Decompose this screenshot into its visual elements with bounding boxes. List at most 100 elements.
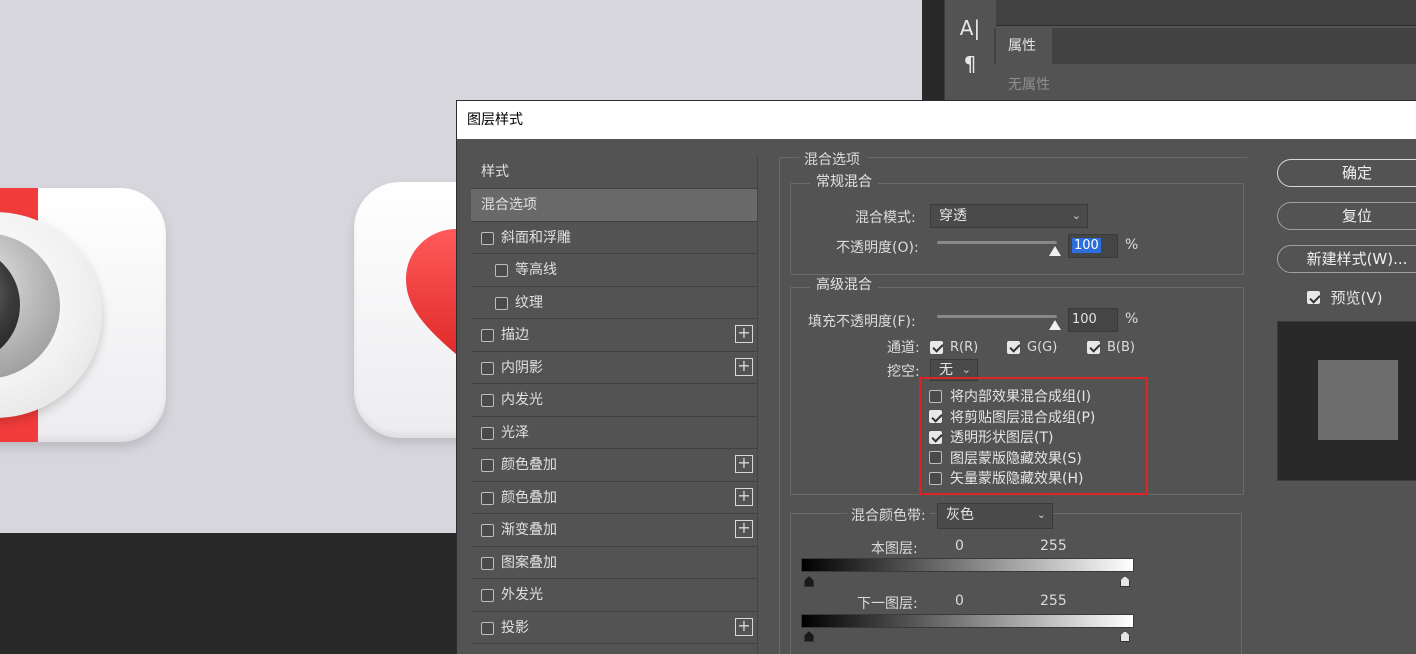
style-list-item[interactable]: 颜色叠加 + bbox=[471, 449, 757, 482]
style-item-checkbox[interactable] bbox=[481, 361, 494, 375]
style-list-item[interactable]: 渐变叠加 + bbox=[471, 514, 757, 547]
blend-mode-label: 混合模式: bbox=[855, 210, 916, 226]
camera-app-icon-artwork bbox=[0, 188, 166, 442]
channel-label: R(R) bbox=[950, 339, 979, 355]
style-item-checkbox[interactable] bbox=[481, 491, 494, 505]
style-list-item[interactable]: 颜色叠加 + bbox=[471, 482, 757, 514]
preview-checkbox[interactable] bbox=[1307, 291, 1320, 304]
add-effect-plus-icon[interactable]: + bbox=[735, 520, 753, 538]
tab-properties[interactable]: 属性 bbox=[996, 28, 1052, 64]
channel-checkbox[interactable] bbox=[1007, 340, 1020, 354]
this-layer-high: 255 bbox=[1040, 538, 1067, 554]
advanced-blending-title: 高级混合 bbox=[810, 277, 878, 293]
underlying-layer-low: 0 bbox=[955, 593, 964, 609]
style-item-checkbox[interactable] bbox=[495, 264, 508, 277]
opacity-value: 100 bbox=[1072, 238, 1101, 253]
preview-label: 预览(V) bbox=[1330, 289, 1383, 307]
style-item-checkbox[interactable] bbox=[481, 621, 494, 635]
style-item-checkbox[interactable] bbox=[481, 426, 494, 440]
new-style-button[interactable]: 新建样式(W)... bbox=[1277, 245, 1416, 273]
opacity-label: 不透明度(O): bbox=[836, 240, 919, 256]
blend-if-select[interactable]: 灰色 ⌄ bbox=[937, 503, 1053, 529]
style-item-checkbox[interactable] bbox=[481, 329, 494, 342]
style-list-item[interactable]: 描边 + bbox=[471, 319, 757, 352]
style-list-item[interactable]: 内发光 bbox=[471, 384, 757, 417]
chevron-down-icon: ⌄ bbox=[1036, 508, 1046, 521]
no-properties-text: 无属性 bbox=[1008, 77, 1050, 93]
blend-if-value: 灰色 bbox=[946, 507, 974, 523]
channel-label: G(G) bbox=[1027, 339, 1058, 355]
reset-button[interactable]: 复位 bbox=[1277, 202, 1416, 230]
fill-opacity-slider[interactable] bbox=[937, 315, 1057, 318]
style-item-checkbox[interactable] bbox=[481, 459, 494, 472]
this-layer-label: 本图层: bbox=[871, 541, 918, 557]
panel-tool-strip: A| ¶ bbox=[944, 0, 994, 100]
properties-tab-row: 属性 bbox=[994, 28, 1416, 64]
dialog-title[interactable]: 图层样式 bbox=[457, 101, 1416, 139]
preview-checkbox-row[interactable]: 预览(V) bbox=[1307, 287, 1382, 308]
add-effect-plus-icon[interactable]: + bbox=[735, 455, 753, 473]
style-item-checkbox[interactable] bbox=[495, 296, 508, 310]
underlying-layer-label: 下一图层: bbox=[857, 596, 918, 612]
style-item-checkbox[interactable] bbox=[481, 394, 494, 407]
style-list-item[interactable]: 斜面和浮雕 bbox=[471, 222, 757, 254]
panel-gap bbox=[922, 0, 944, 100]
add-effect-plus-icon[interactable]: + bbox=[735, 487, 753, 506]
blend-mode-value: 穿透 bbox=[939, 208, 967, 224]
channel-checkbox[interactable] bbox=[930, 340, 943, 354]
add-effect-plus-icon[interactable]: + bbox=[735, 325, 753, 343]
channel-checkbox-row[interactable]: G(G) bbox=[1007, 339, 1057, 355]
style-list-item[interactable]: 光泽 bbox=[471, 417, 757, 449]
layer-style-dialog: 图层样式 样式 混合选项 斜面和浮雕 等高线 纹理 描边 + 内阴影 + 内发光 光泽 颜色叠加 + 颜… bbox=[456, 100, 1416, 654]
character-panel-icon[interactable]: A| bbox=[945, 10, 995, 46]
style-item-checkbox[interactable] bbox=[481, 556, 494, 570]
style-item-label: 混合选项 bbox=[481, 197, 537, 213]
style-item-label: 渐变叠加 bbox=[501, 522, 557, 538]
blend-mode-select[interactable]: 穿透 ⌄ bbox=[930, 204, 1088, 228]
panel-top-bar bbox=[996, 0, 1416, 26]
style-list-item[interactable]: 混合选项 bbox=[471, 189, 757, 222]
style-list-item[interactable]: 等高线 bbox=[471, 254, 757, 287]
channel-checkbox[interactable] bbox=[1087, 340, 1100, 354]
annotation-highlight-box bbox=[919, 377, 1148, 495]
fill-opacity-input[interactable]: 100 bbox=[1068, 308, 1118, 332]
channel-checkbox-row[interactable]: B(B) bbox=[1087, 339, 1135, 355]
knockout-label: 挖空: bbox=[887, 364, 920, 380]
fill-opacity-slider-thumb[interactable] bbox=[1049, 320, 1061, 330]
style-list-item[interactable]: 投影 + bbox=[471, 612, 757, 644]
style-item-label: 等高线 bbox=[515, 262, 557, 278]
add-effect-plus-icon[interactable]: + bbox=[735, 617, 753, 636]
preview-thumbnail bbox=[1277, 321, 1416, 481]
section-rule bbox=[779, 157, 780, 654]
style-item-checkbox[interactable] bbox=[481, 524, 494, 537]
style-list-item[interactable]: 图案叠加 bbox=[471, 547, 757, 579]
style-list-item[interactable]: 内阴影 + bbox=[471, 352, 757, 384]
style-item-checkbox[interactable] bbox=[481, 589, 494, 602]
opacity-slider[interactable] bbox=[937, 241, 1057, 244]
chevron-down-icon: ⌄ bbox=[1071, 209, 1081, 222]
section-rule bbox=[867, 157, 1247, 158]
paragraph-panel-icon[interactable]: ¶ bbox=[945, 46, 995, 82]
opacity-percent: % bbox=[1125, 237, 1139, 253]
this-layer-ramp bbox=[801, 558, 1134, 572]
general-blending-title: 常规混合 bbox=[810, 174, 878, 190]
ok-button[interactable]: 确定 bbox=[1277, 159, 1416, 187]
channel-checkbox-row[interactable]: R(R) bbox=[930, 339, 978, 355]
preview-swatch bbox=[1318, 360, 1398, 440]
style-list-header[interactable]: 样式 bbox=[471, 155, 757, 189]
opacity-slider-thumb[interactable] bbox=[1049, 246, 1061, 256]
blend-if-label: 混合颜色带: bbox=[847, 505, 930, 525]
style-item-label: 光泽 bbox=[501, 424, 529, 441]
opacity-input[interactable]: 100 bbox=[1068, 234, 1118, 258]
channels-label: 通道: bbox=[887, 340, 920, 356]
style-item-label: 颜色叠加 bbox=[501, 457, 557, 473]
style-item-label: 内发光 bbox=[501, 392, 543, 408]
add-effect-plus-icon[interactable]: + bbox=[735, 357, 753, 376]
fill-opacity-label: 填充不透明度(F): bbox=[808, 314, 916, 330]
style-item-label: 外发光 bbox=[501, 587, 543, 603]
underlying-layer-ramp bbox=[801, 614, 1134, 628]
style-item-label: 图案叠加 bbox=[501, 554, 557, 571]
style-list-item[interactable]: 外发光 bbox=[471, 579, 757, 612]
style-item-checkbox[interactable] bbox=[481, 231, 494, 245]
style-list-item[interactable]: 纹理 bbox=[471, 287, 757, 319]
